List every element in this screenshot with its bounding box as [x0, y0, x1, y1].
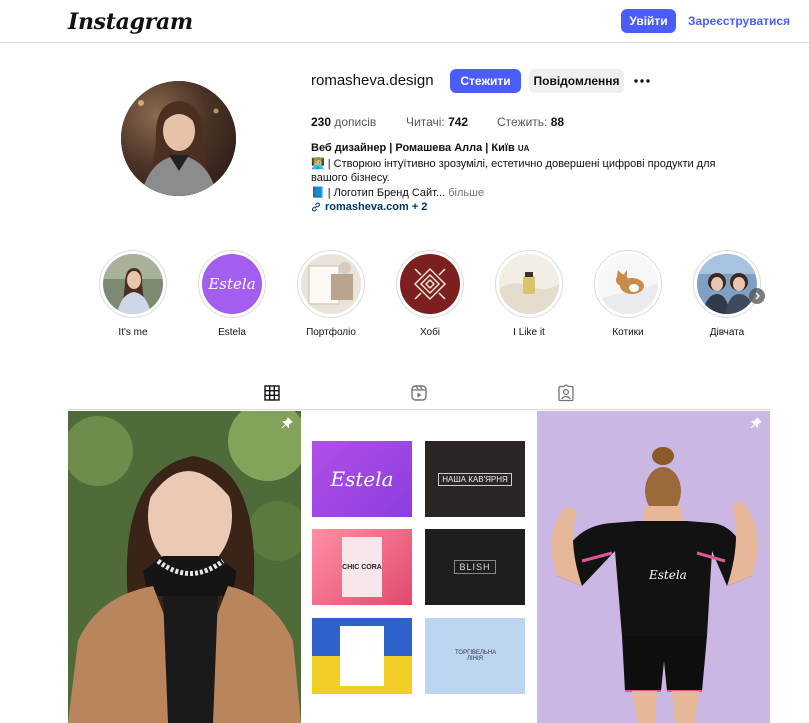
- highlight-cats[interactable]: Котики: [594, 250, 662, 338]
- instagram-logo[interactable]: Instagram: [68, 9, 193, 35]
- bio-line-1: 👩🏼‍💻 | Створюю інтуїтивно зрозумілі, ест…: [311, 157, 716, 185]
- signup-link[interactable]: Зареєструватися: [688, 14, 790, 28]
- login-button[interactable]: Увійти: [621, 9, 676, 33]
- story-highlights: It's me Estela Estela Портфоліо Хобі I L…: [99, 250, 779, 340]
- highlight-its-me[interactable]: It's me: [99, 250, 167, 338]
- profile-username: romasheva.design: [311, 72, 434, 89]
- post-photo: [68, 411, 301, 723]
- top-bar: Instagram Увійти Зареєструватися: [0, 0, 809, 43]
- tab-tagged[interactable]: [542, 384, 590, 410]
- chic-card: CHIC CORA: [312, 529, 412, 605]
- following-count[interactable]: Стежить: 88: [497, 115, 564, 129]
- post-tile[interactable]: [68, 411, 301, 723]
- cafe-card: НАША КАВ'ЯРНЯ: [425, 441, 525, 517]
- stickers-card: [312, 618, 412, 694]
- tab-reels[interactable]: [395, 384, 443, 410]
- highlight-i-like-it[interactable]: I Like it: [495, 250, 563, 338]
- shirt-logo-text: Estela: [648, 568, 687, 582]
- bio-more-link[interactable]: більше: [448, 187, 484, 199]
- highlight-photo: [103, 254, 163, 314]
- highlights-next-icon[interactable]: [749, 288, 765, 304]
- highlight-photo: [301, 254, 361, 314]
- bio-external-link[interactable]: romasheva.com + 2: [311, 200, 751, 215]
- post-photo: Estela: [537, 411, 770, 723]
- highlight-estela[interactable]: Estela Estela: [198, 250, 266, 338]
- link-icon: [312, 202, 320, 212]
- blish-card: BLISH: [425, 529, 525, 605]
- highlight-portfolio[interactable]: Портфоліо: [297, 250, 365, 338]
- post-tile[interactable]: Estela: [537, 411, 770, 723]
- bio-line-2: 📘 | Логотип Бренд Сайт...: [311, 186, 446, 199]
- highlight-hobby[interactable]: Хобі: [396, 250, 464, 338]
- followers-count[interactable]: Читачі: 742: [406, 115, 468, 129]
- grid-icon: [264, 385, 280, 401]
- highlight-photo: [499, 254, 559, 314]
- bio-name: Веб дизайнер | Ромашева Алла | Київ: [311, 142, 515, 154]
- ua-flag-icon: UA: [517, 144, 530, 153]
- tagged-icon: [558, 384, 574, 402]
- highlight-photo: [697, 254, 757, 314]
- posts-count: 230 дописів: [311, 115, 377, 129]
- highlight-photo: [598, 254, 658, 314]
- tab-posts[interactable]: [248, 384, 296, 410]
- tabs-divider: [68, 409, 770, 410]
- profile-avatar[interactable]: [121, 81, 236, 196]
- more-options-icon[interactable]: [632, 71, 652, 91]
- follow-button[interactable]: Стежити: [450, 69, 521, 93]
- estela-logo: Estela: [208, 275, 256, 293]
- post-tile[interactable]: Estela НАША КАВ'ЯРНЯ CHIC CORA BLISH ТОР…: [302, 411, 536, 723]
- pin-icon: [281, 417, 293, 432]
- estela-card: Estela: [312, 441, 412, 517]
- ornament-icon: [413, 267, 447, 301]
- trade-card: ТОРГІВЕЛЬНА ЛІНІЯ: [425, 618, 525, 694]
- profile-bio: Веб дизайнер | Ромашева Алла | Київ UA 👩…: [311, 141, 751, 215]
- reels-icon: [411, 385, 427, 401]
- post-grid: Estela НАША КАВ'ЯРНЯ CHIC CORA BLISH ТОР…: [68, 411, 770, 723]
- message-button[interactable]: Повідомлення: [529, 69, 624, 93]
- pin-icon: [750, 417, 762, 432]
- avatar-photo: [121, 81, 236, 196]
